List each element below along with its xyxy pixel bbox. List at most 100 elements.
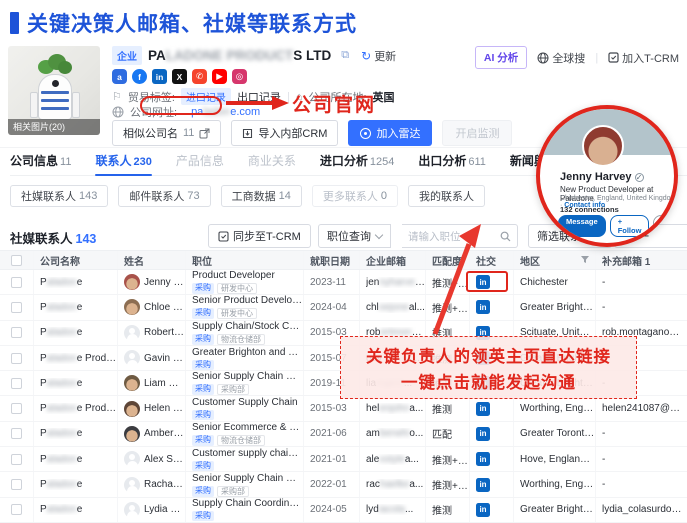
match-level: 推测 <box>432 401 452 416</box>
job-query-dropdown[interactable]: 职位查询 <box>318 224 391 248</box>
search-icon[interactable] <box>500 231 511 242</box>
jump-icon <box>199 128 210 139</box>
linkedin-icon[interactable]: in <box>476 452 490 466</box>
linkedin-icon[interactable]: in <box>476 503 490 517</box>
x-twitter-icon[interactable]: X <box>172 69 187 84</box>
checkbox[interactable] <box>11 302 22 313</box>
position-cell: Supply Chain Coordinator采购 <box>186 498 304 522</box>
checkbox[interactable] <box>11 327 22 338</box>
extra-email-cell: - <box>596 422 687 446</box>
column-header-职位: 职位 <box>186 251 304 269</box>
sync-tcrm-button[interactable]: 同步至T-CRM <box>208 224 311 248</box>
join-radar-button[interactable]: 加入雷达 <box>348 120 432 146</box>
region: Worthing, England,... <box>520 479 595 490</box>
import-crm-button[interactable]: 导入内部CRM <box>231 120 338 146</box>
official-website-annotation: 公司官网 <box>292 90 376 117</box>
photo-count-label: 相关图片(20) <box>8 119 100 135</box>
checkbox[interactable] <box>11 255 22 266</box>
company-email[interactable]: chloejoneal... <box>366 302 425 313</box>
enable-monitor-button[interactable]: 开启监测 <box>442 120 512 146</box>
checkbox[interactable] <box>11 479 22 490</box>
column-header-label: 就职日期 <box>310 253 350 268</box>
company-name-cell: Paladone Produc... <box>34 346 118 370</box>
tab-公司信息[interactable]: 公司信息11 <box>10 152 71 175</box>
pill-工商数据[interactable]: 工商数据14 <box>221 185 302 207</box>
pill-count: 143 <box>79 190 97 202</box>
join-tcrm-button[interactable]: 加入T-CRM <box>608 50 679 66</box>
pill-邮件联系人[interactable]: 邮件联系人73 <box>118 185 210 207</box>
similar-company-button[interactable]: 相似公司名11 <box>112 120 221 146</box>
contact-name[interactable]: Alex Styles <box>144 454 185 465</box>
match-level-cell: 推测+验证 <box>426 472 470 496</box>
header-select-all[interactable] <box>0 251 34 269</box>
company-email[interactable]: lydiacola... <box>366 504 413 515</box>
tab-联系人[interactable]: 联系人230 <box>95 152 151 175</box>
linkedin-icon[interactable]: in <box>476 478 490 492</box>
checkbox[interactable] <box>11 428 22 439</box>
tab-商业关系[interactable]: 商业关系 <box>248 152 296 175</box>
contact-name[interactable]: Chloe Jones <box>144 302 185 313</box>
column-header-label: 姓名 <box>124 253 144 268</box>
refresh-button[interactable]: ↻更新 <box>361 48 396 64</box>
position-cell: Customer supply chain coordinator采购 <box>186 447 304 471</box>
extra-email: lydia_colasurdo@... <box>602 504 687 515</box>
contact-name[interactable]: Jenny Harvey <box>144 277 185 288</box>
position-title: Product Developer <box>192 270 303 282</box>
checkbox[interactable] <box>11 277 22 288</box>
ai-analysis-button[interactable]: AI 分析 <box>475 46 527 69</box>
amazon-icon[interactable]: a <box>112 69 127 84</box>
checkbox[interactable] <box>11 378 22 389</box>
company-email[interactable]: amberwhio... <box>366 428 423 439</box>
global-search-button[interactable]: 全球搜 <box>537 50 585 66</box>
company-email[interactable]: rachaelkea... <box>366 479 423 490</box>
tab-label: 公司信息 <box>10 154 58 168</box>
pill-更多联系人[interactable]: 更多联系人0 <box>312 185 398 207</box>
checkbox[interactable] <box>11 353 22 364</box>
extra-email-cell: - <box>596 447 687 471</box>
instagram-icon[interactable]: ◎ <box>232 69 247 84</box>
avatar <box>124 350 140 366</box>
pill-label: 我的联系人 <box>419 188 474 204</box>
facebook-icon[interactable]: f <box>132 69 147 84</box>
company-email[interactable]: jennyharvea... <box>366 277 425 288</box>
company-name: Paladone Produc... <box>40 403 117 414</box>
page-title: 关键决策人邮箱、社媒等联系方式 <box>10 8 357 38</box>
company-photo-thumbnail[interactable]: 相关图片(20) <box>8 46 100 135</box>
tab-出口分析[interactable]: 出口分析611 <box>418 152 486 175</box>
company-email[interactable]: helenjohna... <box>366 403 423 414</box>
contact-name[interactable]: Liam Gent <box>144 378 185 389</box>
region: Greater Toronto Area <box>520 428 595 439</box>
tab-产品信息[interactable]: 产品信息 <box>176 152 224 175</box>
tab-进口分析[interactable]: 进口分析1254 <box>320 152 395 175</box>
filter-icon[interactable] <box>581 256 589 264</box>
contact-name[interactable]: Amber Whitty <box>144 428 185 439</box>
match-level: 匹配 <box>432 426 452 441</box>
row-checkbox-cell <box>0 447 34 471</box>
tab-label: 商业关系 <box>248 154 296 168</box>
title-accent-bar <box>10 12 19 34</box>
copy-icon[interactable]: ⧉ <box>341 49 349 62</box>
company-email[interactable]: alexstylea... <box>366 454 419 465</box>
contact-name[interactable]: Helen Johnstone <box>144 403 185 414</box>
contact-name[interactable]: Gavin Meeks <box>144 353 185 364</box>
checkbox[interactable] <box>11 454 22 465</box>
pill-社媒联系人[interactable]: 社媒联系人143 <box>10 185 108 207</box>
checkbox[interactable] <box>11 403 22 414</box>
linkedin-icon[interactable]: in <box>152 69 167 84</box>
follow-button[interactable]: + Follow <box>610 215 650 237</box>
contact-name[interactable]: Robert Monta... <box>144 327 185 338</box>
row-checkbox-cell <box>0 346 34 370</box>
message-button[interactable]: Message <box>558 215 606 237</box>
phone-icon[interactable]: ✆ <box>192 69 207 84</box>
position-title: Senior Supply Chain Coordinator <box>192 473 303 485</box>
youtube-icon[interactable]: ▶ <box>212 69 227 84</box>
globe-icon <box>537 52 549 64</box>
contact-name[interactable]: Lydia Colasurdo <box>144 504 185 515</box>
linkedin-icon[interactable]: in <box>476 402 490 416</box>
extra-email: - <box>602 277 605 288</box>
contact-name[interactable]: Rachael Kelly <box>144 479 185 490</box>
linkedin-icon[interactable]: in <box>476 427 490 441</box>
checkbox[interactable] <box>11 504 22 515</box>
pill-我的联系人[interactable]: 我的联系人 <box>408 185 485 207</box>
position-cell: Senior Product Developer采购研发中心 <box>186 295 304 319</box>
